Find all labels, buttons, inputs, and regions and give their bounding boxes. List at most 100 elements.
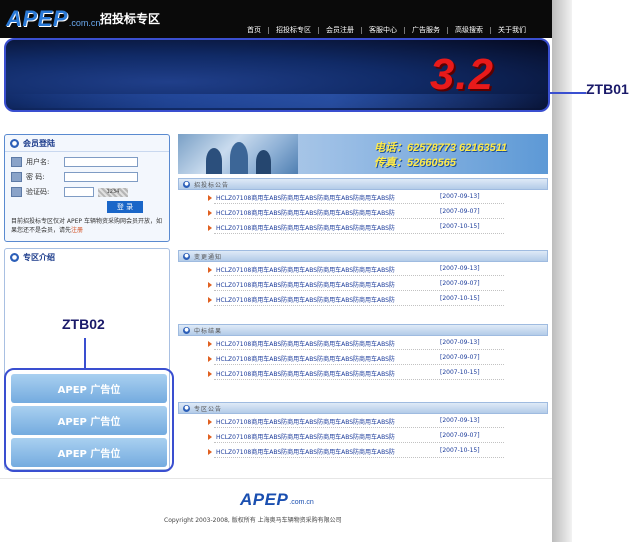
dotted-divider: [214, 442, 504, 443]
arrow-bullet-icon: [208, 341, 212, 347]
news-date: [2007-09-07]: [440, 354, 480, 361]
dotted-divider: [214, 379, 504, 380]
callout-line-banner: [550, 92, 586, 94]
password-label: 密 码:: [26, 173, 45, 181]
dotted-divider: [214, 457, 504, 458]
news-title-link[interactable]: HCLZ07108商用车ABS防商用车ABS防商用车ABS防商用车ABS防: [216, 208, 395, 217]
user-field-icon: [11, 157, 22, 167]
section-bullet-icon: ●: [183, 326, 190, 334]
section-header: ● 专区公告: [178, 402, 548, 414]
list-item[interactable]: HCLZ07108商用车ABS防商用车ABS防商用车ABS防商用车ABS防 [2…: [178, 429, 548, 444]
ad-slot-1[interactable]: APEP 广告位: [11, 374, 167, 403]
news-title-link[interactable]: HCLZ07108商用车ABS防商用车ABS防商用车ABS防商用车ABS防: [216, 280, 395, 289]
list-item[interactable]: HCLZ07108商用车ABS防商用车ABS防商用车ABS防商用车ABS防 [2…: [178, 414, 548, 429]
callout-line-ads: [84, 338, 86, 368]
news-date: [2007-09-13]: [440, 265, 480, 272]
top-banner[interactable]: 3.2: [4, 38, 550, 112]
news-date: [2007-09-13]: [440, 339, 480, 346]
logo-domain: .com.cn: [68, 18, 101, 28]
arrow-bullet-icon: [208, 195, 212, 201]
site-logo[interactable]: APEP .com.cn: [6, 6, 100, 30]
news-date: [2007-09-07]: [440, 280, 480, 287]
captcha-field[interactable]: [64, 187, 94, 197]
nav-advanced-search[interactable]: 高级搜索: [448, 25, 490, 35]
dotted-divider: [214, 427, 504, 428]
password-field[interactable]: [64, 172, 138, 182]
arrow-bullet-icon: [208, 356, 212, 362]
username-field[interactable]: [64, 157, 138, 167]
list-item[interactable]: HCLZ07108商用车ABS防商用车ABS防商用车ABS防商用车ABS防 [2…: [178, 220, 548, 235]
arrow-bullet-icon: [208, 282, 212, 288]
news-date: [2007-10-15]: [440, 223, 480, 230]
login-button[interactable]: 登 录: [107, 201, 143, 213]
register-link[interactable]: 注册: [71, 227, 83, 234]
news-title-link[interactable]: HCLZ07108商用车ABS防商用车ABS防商用车ABS防商用车ABS防: [216, 354, 395, 363]
ad-slot-2[interactable]: APEP 广告位: [11, 406, 167, 435]
section-header: ● 变更通知: [178, 250, 548, 262]
contact-fax: 传真：52660565: [374, 157, 456, 169]
list-item[interactable]: HCLZ07108商用车ABS防商用车ABS防商用车ABS防商用车ABS防 [2…: [178, 366, 548, 381]
list-item[interactable]: HCLZ07108商用车ABS防商用车ABS防商用车ABS防商用车ABS防 [2…: [178, 336, 548, 351]
intro-panel-title: ● 专区介绍: [5, 249, 169, 265]
site-title: 招投标专区: [100, 12, 161, 26]
top-nav: 首页 招投标专区 会员注册 客服中心 广告服务 高级搜索 关于我们: [240, 25, 533, 35]
news-title-link[interactable]: HCLZ07108商用车ABS防商用车ABS防商用车ABS防商用车ABS防: [216, 295, 395, 304]
section-bullet-icon: ●: [183, 252, 190, 260]
username-row: 用户名:: [11, 157, 138, 167]
list-item[interactable]: HCLZ07108商用车ABS防商用车ABS防商用车ABS防商用车ABS防 [2…: [178, 277, 548, 292]
dotted-divider: [214, 364, 504, 365]
person-figure: [256, 150, 271, 174]
news-title-link[interactable]: HCLZ07108商用车ABS防商用车ABS防商用车ABS防商用车ABS防: [216, 369, 395, 378]
section-zone-announcements: ● 专区公告 HCLZ07108商用车ABS防商用车ABS防商用车ABS防商用车…: [178, 402, 548, 459]
list-item[interactable]: HCLZ07108商用车ABS防商用车ABS防商用车ABS防商用车ABS防 [2…: [178, 292, 548, 307]
list-item[interactable]: HCLZ07108商用车ABS防商用车ABS防商用车ABS防商用车ABS防 [2…: [178, 351, 548, 366]
arrow-bullet-icon: [208, 419, 212, 425]
news-title-link[interactable]: HCLZ07108商用车ABS防商用车ABS防商用车ABS防商用车ABS防: [216, 223, 395, 232]
news-title-link[interactable]: HCLZ07108商用车ABS防商用车ABS防商用车ABS防商用车ABS防: [216, 339, 395, 348]
login-title: 会员登陆: [23, 138, 55, 148]
news-title-link[interactable]: HCLZ07108商用车ABS防商用车ABS防商用车ABS防商用车ABS防: [216, 193, 395, 202]
news-date: [2007-09-07]: [440, 432, 480, 439]
section-title: 中标结果: [194, 327, 223, 335]
nav-home[interactable]: 首页: [240, 25, 268, 35]
list-item[interactable]: HCLZ07108商用车ABS防商用车ABS防商用车ABS防商用车ABS防 [2…: [178, 205, 548, 220]
password-row: 密 码:: [11, 172, 138, 182]
news-title-link[interactable]: HCLZ07108商用车ABS防商用车ABS防商用车ABS防商用车ABS防: [216, 417, 395, 426]
contact-phone: 电话：62578773 62163511: [374, 142, 508, 154]
footer-logo[interactable]: APEP .com.cn: [240, 491, 314, 508]
nav-register[interactable]: 会员注册: [319, 25, 361, 35]
arrow-bullet-icon: [208, 225, 212, 231]
news-title-link[interactable]: HCLZ07108商用车ABS防商用车ABS防商用车ABS防商用车ABS防: [216, 265, 395, 274]
arrow-bullet-icon: [208, 371, 212, 377]
dotted-divider: [214, 203, 504, 204]
user-icon: ●: [10, 138, 19, 148]
list-item[interactable]: HCLZ07108商用车ABS防商用车ABS防商用车ABS防商用车ABS防 [2…: [178, 262, 548, 277]
login-panel-title: ● 会员登陆: [5, 135, 169, 152]
list-item[interactable]: HCLZ07108商用车ABS防商用车ABS防商用车ABS防商用车ABS防 [2…: [178, 444, 548, 459]
nav-advertising[interactable]: 广告服务: [405, 25, 447, 35]
captcha-image[interactable]: 1234: [98, 187, 128, 197]
dotted-divider: [214, 349, 504, 350]
dotted-divider: [214, 305, 504, 306]
right-column: 电话：62578773 62163511 传真：52660565 ● 招投标公告…: [178, 134, 548, 474]
section-title: 专区公告: [194, 405, 223, 413]
page-shadow: [552, 0, 572, 542]
news-date: [2007-09-13]: [440, 417, 480, 424]
nav-tender-zone[interactable]: 招投标专区: [269, 25, 318, 35]
shield-icon: [11, 187, 22, 197]
business-people-image: [178, 134, 298, 174]
arrow-bullet-icon: [208, 434, 212, 440]
news-title-link[interactable]: HCLZ07108商用车ABS防商用车ABS防商用车ABS防商用车ABS防: [216, 447, 395, 456]
dotted-divider: [214, 233, 504, 234]
news-date: [2007-10-15]: [440, 369, 480, 376]
ad-slot-3[interactable]: APEP 广告位: [11, 438, 167, 467]
nav-about[interactable]: 关于我们: [491, 25, 533, 35]
captcha-label: 验证码:: [26, 188, 50, 196]
nav-service[interactable]: 客服中心: [362, 25, 404, 35]
news-title-link[interactable]: HCLZ07108商用车ABS防商用车ABS防商用车ABS防商用车ABS防: [216, 432, 395, 441]
person-figure: [206, 148, 222, 174]
dotted-divider: [214, 218, 504, 219]
arrow-bullet-icon: [208, 267, 212, 273]
list-item[interactable]: HCLZ07108商用车ABS防商用车ABS防商用车ABS防商用车ABS防 [2…: [178, 190, 548, 205]
login-panel: ● 会员登陆 用户名: 密 码: 验证码: 1234 登 录 目前招投标专区仅对…: [4, 134, 170, 242]
